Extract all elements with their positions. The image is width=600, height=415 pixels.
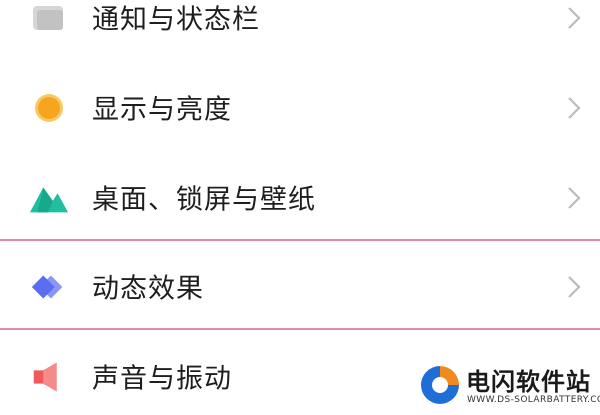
settings-item-label: 声音与振动 (92, 363, 232, 395)
highlight-border-top (0, 239, 600, 241)
brightness-icon (28, 90, 70, 126)
settings-item-notifications[interactable]: 通知与状态栏 (0, 0, 600, 63)
chevron-right-icon (568, 7, 581, 29)
settings-item-label: 动态效果 (92, 273, 204, 305)
settings-item-label: 通知与状态栏 (92, 4, 260, 36)
watermark-logo-icon (421, 366, 459, 404)
sound-vibration-icon (28, 359, 70, 395)
settings-item-label: 显示与亮度 (92, 94, 232, 126)
watermark-name: 电闪软件站 (466, 368, 591, 396)
settings-item-wallpaper[interactable]: 桌面、锁屏与壁纸 (0, 153, 600, 243)
watermark: 电闪软件站 WWW.DS-SOLARBATTERY.COM (412, 356, 600, 415)
wallpaper-icon (28, 180, 70, 216)
animation-effects-icon (28, 269, 70, 305)
settings-item-label: 桌面、锁屏与壁纸 (92, 184, 316, 216)
settings-item-display[interactable]: 显示与亮度 (0, 63, 600, 153)
watermark-url: WWW.DS-SOLARBATTERY.COM (467, 395, 600, 405)
notification-status-icon (28, 0, 70, 36)
settings-screen: 通知与状态栏 显示与亮度 桌面、锁屏与壁纸 动态效果 声音与振动 电闪软件站 W… (0, 0, 600, 415)
chevron-right-icon (568, 187, 581, 209)
settings-item-animation[interactable]: 动态效果 (0, 242, 600, 332)
chevron-right-icon (568, 276, 581, 298)
chevron-right-icon (568, 97, 581, 119)
